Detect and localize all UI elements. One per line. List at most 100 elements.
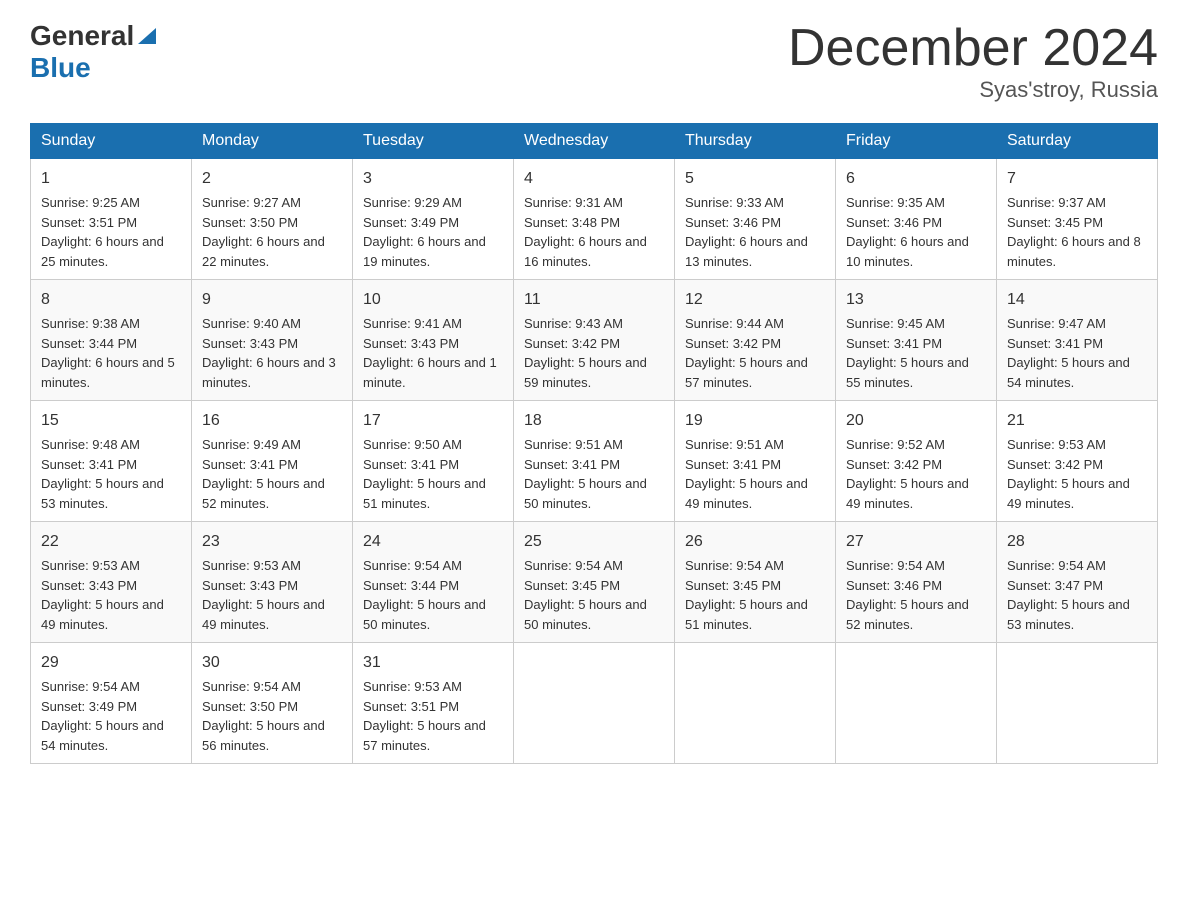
- day-cell-27: 27Sunrise: 9:54 AMSunset: 3:46 PMDayligh…: [836, 522, 997, 643]
- title-block: December 2024 Syas'stroy, Russia: [788, 20, 1158, 103]
- day-cell-11: 11Sunrise: 9:43 AMSunset: 3:42 PMDayligh…: [514, 280, 675, 401]
- day-number: 10: [363, 288, 503, 312]
- day-cell-17: 17Sunrise: 9:50 AMSunset: 3:41 PMDayligh…: [353, 401, 514, 522]
- month-title: December 2024: [788, 20, 1158, 77]
- daylight: Daylight: 5 hours and 49 minutes.: [1007, 476, 1130, 511]
- day-cell-28: 28Sunrise: 9:54 AMSunset: 3:47 PMDayligh…: [997, 522, 1158, 643]
- day-number: 19: [685, 409, 825, 433]
- week-row-3: 15 Sunrise: 9:48 AM Sunset: 3:41 PM Dayligh…: [31, 401, 1158, 522]
- sunset: Sunset: 3:42 PM: [1007, 457, 1103, 472]
- sunset: Sunset: 3:43 PM: [202, 336, 298, 351]
- sunrise: Sunrise: 9:45 AM: [846, 316, 945, 331]
- sunset: Sunset: 3:46 PM: [846, 578, 942, 593]
- sunrise: Sunrise: 9:37 AM: [1007, 195, 1106, 210]
- daylight: Daylight: 5 hours and 49 minutes.: [685, 476, 808, 511]
- day-cell-12: 12Sunrise: 9:44 AMSunset: 3:42 PMDayligh…: [675, 280, 836, 401]
- sunset: Sunset: 3:51 PM: [41, 215, 137, 230]
- sunrise: Sunrise: 9:52 AM: [846, 437, 945, 452]
- day-cell-9: 9Sunrise: 9:40 AMSunset: 3:43 PMDaylight…: [192, 280, 353, 401]
- sunrise: Sunrise: 9:53 AM: [202, 558, 301, 573]
- day-number: 9: [202, 288, 342, 312]
- day-cell-24: 24Sunrise: 9:54 AMSunset: 3:44 PMDayligh…: [353, 522, 514, 643]
- daylight: Daylight: 6 hours and 25 minutes.: [41, 234, 164, 269]
- sunset: Sunset: 3:41 PM: [41, 457, 137, 472]
- day-cell-8: 8Sunrise: 9:38 AMSunset: 3:44 PMDaylight…: [31, 280, 192, 401]
- day-number: 20: [846, 409, 986, 433]
- day-number: 11: [524, 288, 664, 312]
- sunset: Sunset: 3:51 PM: [363, 699, 459, 714]
- day-cell-4: 4Sunrise: 9:31 AMSunset: 3:48 PMDaylight…: [514, 159, 675, 280]
- daylight: Daylight: 6 hours and 19 minutes.: [363, 234, 486, 269]
- empty-cell: [836, 643, 997, 764]
- sunrise: Sunrise: 9:53 AM: [1007, 437, 1106, 452]
- weekday-header-friday: Friday: [836, 124, 997, 159]
- day-cell-31: 31Sunrise: 9:53 AMSunset: 3:51 PMDayligh…: [353, 643, 514, 764]
- week-row-4: 22Sunrise: 9:53 AMSunset: 3:43 PMDayligh…: [31, 522, 1158, 643]
- weekday-header-tuesday: Tuesday: [353, 124, 514, 159]
- sunrise: Sunrise: 9:43 AM: [524, 316, 623, 331]
- sunset: Sunset: 3:41 PM: [202, 457, 298, 472]
- daylight: Daylight: 5 hours and 53 minutes.: [1007, 597, 1130, 632]
- sunrise: Sunrise: 9:33 AM: [685, 195, 784, 210]
- sunset: Sunset: 3:47 PM: [1007, 578, 1103, 593]
- sunset: Sunset: 3:44 PM: [41, 336, 137, 351]
- empty-cell: [514, 643, 675, 764]
- sunrise: Sunrise: 9:48 AM: [41, 437, 140, 452]
- empty-cell: [675, 643, 836, 764]
- day-number: 17: [363, 409, 503, 433]
- daylight: Daylight: 6 hours and 13 minutes.: [685, 234, 808, 269]
- day-cell-3: 3Sunrise: 9:29 AMSunset: 3:49 PMDaylight…: [353, 159, 514, 280]
- sunset: Sunset: 3:45 PM: [685, 578, 781, 593]
- sunset: Sunset: 3:42 PM: [846, 457, 942, 472]
- sunrise: Sunrise: 9:54 AM: [41, 679, 140, 694]
- sunset: Sunset: 3:42 PM: [685, 336, 781, 351]
- day-number: 18: [524, 409, 664, 433]
- daylight: Daylight: 5 hours and 55 minutes.: [846, 355, 969, 390]
- sunset: Sunset: 3:42 PM: [524, 336, 620, 351]
- sunset: Sunset: 3:45 PM: [524, 578, 620, 593]
- weekday-header-row: SundayMondayTuesdayWednesdayThursdayFrid…: [31, 124, 1158, 159]
- day-cell-6: 6Sunrise: 9:35 AMSunset: 3:46 PMDaylight…: [836, 159, 997, 280]
- day-cell-26: 26Sunrise: 9:54 AMSunset: 3:45 PMDayligh…: [675, 522, 836, 643]
- day-number: 7: [1007, 167, 1147, 191]
- daylight: Daylight: 5 hours and 52 minutes.: [202, 476, 325, 511]
- page-header: General Blue December 2024 Syas'stroy, R…: [30, 20, 1158, 103]
- weekday-header-thursday: Thursday: [675, 124, 836, 159]
- day-cell-30: 30Sunrise: 9:54 AMSunset: 3:50 PMDayligh…: [192, 643, 353, 764]
- sunrise: Sunrise: 9:54 AM: [1007, 558, 1106, 573]
- sunset: Sunset: 3:41 PM: [846, 336, 942, 351]
- day-cell-20: 20Sunrise: 9:52 AMSunset: 3:42 PMDayligh…: [836, 401, 997, 522]
- day-cell-2: 2Sunrise: 9:27 AMSunset: 3:50 PMDaylight…: [192, 159, 353, 280]
- logo: General Blue: [30, 20, 158, 84]
- daylight: Daylight: 6 hours and 3 minutes.: [202, 355, 336, 390]
- daylight: Daylight: 5 hours and 57 minutes.: [363, 718, 486, 753]
- weekday-header-wednesday: Wednesday: [514, 124, 675, 159]
- day-number: 26: [685, 530, 825, 554]
- sunrise: Sunrise: 9:44 AM: [685, 316, 784, 331]
- sunrise: Sunrise: 9:31 AM: [524, 195, 623, 210]
- day-cell-7: 7Sunrise: 9:37 AMSunset: 3:45 PMDaylight…: [997, 159, 1158, 280]
- sunrise: Sunrise: 9:41 AM: [363, 316, 462, 331]
- daylight: Daylight: 6 hours and 22 minutes.: [202, 234, 325, 269]
- weekday-header-monday: Monday: [192, 124, 353, 159]
- sunrise: Sunrise: 9:38 AM: [41, 316, 140, 331]
- daylight: Daylight: 5 hours and 57 minutes.: [685, 355, 808, 390]
- sunset: Sunset: 3:41 PM: [363, 457, 459, 472]
- day-cell-15: 15Sunrise: 9:48 AMSunset: 3:41 PMDayligh…: [31, 401, 192, 522]
- daylight: Daylight: 6 hours and 16 minutes.: [524, 234, 647, 269]
- day-number: 15: [41, 409, 181, 433]
- daylight: Daylight: 5 hours and 52 minutes.: [846, 597, 969, 632]
- day-cell-10: 10Sunrise: 9:41 AMSunset: 3:43 PMDayligh…: [353, 280, 514, 401]
- day-cell-22: 22Sunrise: 9:53 AMSunset: 3:43 PMDayligh…: [31, 522, 192, 643]
- sunrise: Sunrise: 9:53 AM: [41, 558, 140, 573]
- daylight: Daylight: 6 hours and 5 minutes.: [41, 355, 175, 390]
- week-row-1: 1Sunrise: 9:25 AMSunset: 3:51 PMDaylight…: [31, 159, 1158, 280]
- day-cell-18: 18Sunrise: 9:51 AMSunset: 3:41 PMDayligh…: [514, 401, 675, 522]
- sunset: Sunset: 3:41 PM: [524, 457, 620, 472]
- day-cell-29: 29Sunrise: 9:54 AMSunset: 3:49 PMDayligh…: [31, 643, 192, 764]
- day-number: 30: [202, 651, 342, 675]
- day-number: 4: [524, 167, 664, 191]
- daylight: Daylight: 5 hours and 51 minutes.: [363, 476, 486, 511]
- sunset: Sunset: 3:43 PM: [363, 336, 459, 351]
- sunrise: Sunrise: 9:54 AM: [202, 679, 301, 694]
